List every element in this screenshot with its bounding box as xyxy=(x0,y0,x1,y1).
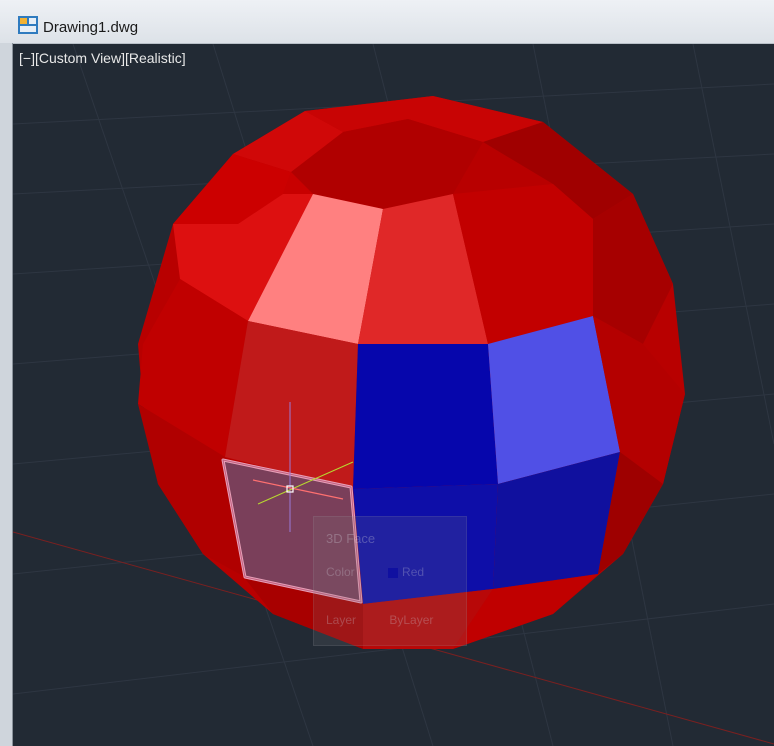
color-swatch-icon xyxy=(388,567,399,578)
tooltip-color-row: Color Red xyxy=(326,565,424,579)
view-menu[interactable]: [Custom View] xyxy=(35,50,125,66)
tooltip-color-value: Red xyxy=(402,565,425,579)
application-window: Drawing1.dwg 3D Face Color Red Layer ByL… xyxy=(0,0,774,746)
tooltip-layer-value: ByLayer xyxy=(389,613,434,627)
window-frame-left xyxy=(0,43,13,746)
tooltip-layer-label: Layer xyxy=(326,613,357,627)
viewport-controls-menu[interactable]: [−] xyxy=(19,50,35,66)
tooltip-color-label: Color xyxy=(326,565,355,579)
window-title: Drawing1.dwg xyxy=(43,19,139,36)
title-bar[interactable]: Drawing1.dwg xyxy=(0,0,774,44)
app-icon xyxy=(18,16,38,34)
rollover-tooltip: 3D Face Color Red Layer ByLayer xyxy=(313,516,467,646)
tooltip-layer-row: Layer ByLayer xyxy=(326,613,433,627)
drawing-viewport[interactable]: 3D Face Color Red Layer ByLayer [−][Cust… xyxy=(13,44,774,746)
sphere-face[interactable] xyxy=(353,344,498,489)
tooltip-title: 3D Face xyxy=(326,531,376,546)
viewport-controls: [−][Custom View][Realistic] xyxy=(19,50,186,66)
visual-style-menu[interactable]: [Realistic] xyxy=(125,50,186,66)
